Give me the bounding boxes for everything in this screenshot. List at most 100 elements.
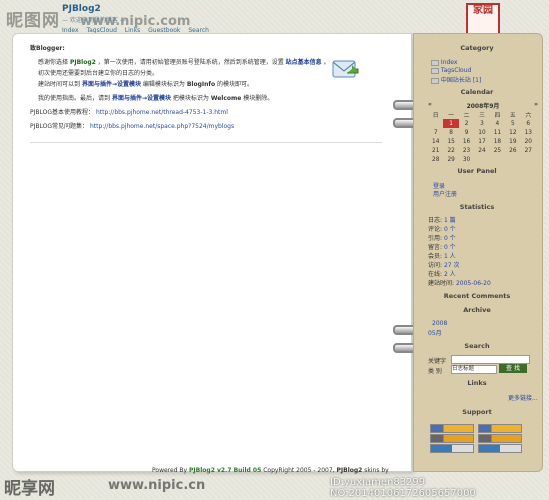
tutorial-line: PJBLOG基本使用教程： http://bbs.pjhome.net/thre… [30, 108, 380, 117]
next-month-icon[interactable]: » [534, 101, 538, 108]
calendar-weekday: 日 [432, 113, 439, 119]
tutorial-link[interactable]: http://bbs.pjhome.net/thread-4753-1-3.ht… [96, 109, 228, 116]
rss-badge[interactable] [430, 434, 474, 443]
more-links-link[interactable]: 更多链接... [508, 393, 538, 402]
search-input[interactable] [451, 355, 530, 364]
calendar-day [521, 155, 536, 164]
category-item-tagscloud[interactable]: TagsCloud [431, 67, 471, 74]
calendar-day[interactable]: 23 [459, 146, 474, 155]
register-link[interactable]: 用户注册 [433, 189, 457, 198]
footer-text: Powered By [152, 467, 188, 474]
calendar-day[interactable]: 3 [474, 119, 489, 128]
links-title: Links [467, 379, 487, 387]
calendar-day[interactable]: 18 [490, 137, 505, 146]
calendar-day[interactable]: 26 [505, 146, 520, 155]
w3c-css-badge[interactable] [478, 424, 522, 433]
stat-value: 27 次 [443, 262, 460, 269]
calendar-weekday: 二 [463, 113, 470, 119]
module-settings-link-2[interactable]: 界面与插件→设置模块 [112, 95, 171, 102]
calendar-week-row: 123456 [428, 119, 536, 128]
stat-value: 2 人 [443, 271, 456, 278]
calendar-day[interactable]: 8 [443, 128, 458, 137]
recent-comments-title: Recent Comments [443, 292, 511, 300]
stat-label: 访问: [428, 262, 444, 269]
text: 我的使用指南。最后，请到 [38, 95, 111, 102]
module-key: BlogInfo [186, 81, 216, 88]
module-settings-link[interactable]: 界面与插件→设置模块 [82, 81, 141, 88]
calendar-day[interactable]: 27 [521, 146, 536, 155]
folder-icon [431, 67, 439, 74]
footer-brand-link[interactable]: PJBlog2 v2.7 Build 05 [189, 467, 261, 474]
paragraph-category: 初次使用还需要到后台建立你的日志的分类。 [38, 70, 159, 77]
calendar-day[interactable]: 16 [459, 137, 474, 146]
atom-badge[interactable] [478, 434, 522, 443]
stat-label: 评论: [428, 226, 444, 233]
calendar-weekday: 一 [448, 113, 455, 119]
stat-row: 在线: 2 人 [428, 270, 491, 279]
calendar-week-row: 28 29 30 [428, 155, 536, 164]
support-badge[interactable] [478, 444, 522, 453]
archive-year[interactable]: 2008 [432, 320, 447, 327]
calendar-day[interactable]: 10 [474, 128, 489, 137]
blog-title[interactable]: PJBlog2 [62, 4, 101, 14]
prev-month-icon[interactable]: « [428, 101, 432, 108]
calendar-day[interactable]: 5 [505, 119, 520, 128]
calendar-day[interactable]: 20 [521, 137, 536, 146]
calendar-day[interactable]: 12 [505, 128, 520, 137]
footer: Powered By PJBlog2 v2.7 Build 05 CopyRig… [152, 467, 389, 474]
calendar-day[interactable]: 1 [443, 119, 459, 128]
calendar-month: 2008年9月 [466, 103, 500, 110]
support-badge[interactable] [430, 444, 474, 453]
search-type-select[interactable]: 日志标题 [451, 365, 497, 374]
w3c-xhtml-badge[interactable] [430, 424, 474, 433]
brand-name: PJBlog2 [69, 59, 96, 66]
mail-icon [332, 60, 359, 78]
content-panel [30, 142, 382, 220]
watermark-id: ID:yuxiamen83299 NO:20140106172605657000 [330, 477, 476, 499]
text: 模块删除。 [243, 95, 274, 102]
calendar-day[interactable]: 2 [459, 119, 474, 128]
stat-value: 0 个 [443, 226, 456, 233]
calendar-day[interactable]: 19 [505, 137, 520, 146]
userpanel-title: User Panel [457, 167, 497, 175]
paragraph-welcome: 我的使用指南。最后，请到 界面与插件→设置模块 把模块标识为 Welcome 模… [30, 94, 380, 103]
category-label[interactable]: TagsCloud [441, 67, 471, 74]
calendar-weekday: 六 [525, 113, 532, 119]
calendar-day[interactable]: 25 [490, 146, 505, 155]
calendar-day[interactable]: 17 [474, 137, 489, 146]
calendar-day[interactable]: 7 [428, 128, 443, 137]
welcome-content: 致Blogger: 感谢你选择 PJBlog2 ，第一次使用，请用初始管理员账号… [30, 44, 380, 136]
calendar-day[interactable]: 24 [474, 146, 489, 155]
faq-link[interactable]: http://bbs.pjhome.net/space.php?7524/myb… [90, 123, 234, 130]
bottom-watermark: 昵享网 www.nipic.cn ID:yuxiamen83299 NO:201… [0, 474, 549, 500]
footer-text: skins by [364, 467, 389, 474]
calendar-day[interactable]: 4 [490, 119, 505, 128]
calendar-day[interactable]: 6 [521, 119, 536, 128]
support-title: Support [462, 408, 492, 416]
category-label[interactable]: Index [441, 59, 458, 66]
calendar-day[interactable]: 13 [521, 128, 536, 137]
calendar-day[interactable]: 15 [443, 137, 458, 146]
calendar-day[interactable]: 9 [459, 128, 474, 137]
site-settings-link[interactable]: 站点基本信息 [286, 59, 322, 66]
calendar-header: « 2008年9月 » [428, 101, 538, 110]
category-item-chinaz[interactable]: 中国站长站 [1] [431, 75, 481, 84]
category-item-index[interactable]: Index [431, 59, 457, 66]
paragraph-bloginfo: 建站时间可以到 界面与插件→设置模块 编辑模块标识为 BlogInfo 的模块即… [30, 80, 380, 89]
module-key: Welcome [210, 95, 242, 102]
calendar-day[interactable]: 21 [428, 146, 443, 155]
footer-text: CopyRight 2005 - 2007, [263, 467, 335, 474]
calendar-day[interactable]: 30 [459, 155, 474, 164]
search-button[interactable]: 查 找 [499, 364, 527, 373]
calendar-day[interactable]: 22 [443, 146, 458, 155]
calendar-day[interactable]: 28 [428, 155, 443, 164]
calendar-day[interactable]: 29 [443, 155, 458, 164]
category-label[interactable]: 中国站长站 [1] [441, 77, 481, 84]
text: 的模块即可。 [217, 81, 254, 88]
text: 把模块标识为 [172, 95, 209, 102]
calendar-day[interactable]: 11 [490, 128, 505, 137]
watermark-url-bottom: www.nipic.cn [108, 478, 206, 493]
statistics-list: 日志: 1 篇评论: 0 个引用: 0 个留言: 0 个会员: 1 人访问: 2… [428, 216, 491, 288]
archive-month[interactable]: 05月 [428, 328, 442, 337]
calendar-day[interactable]: 14 [428, 137, 443, 146]
